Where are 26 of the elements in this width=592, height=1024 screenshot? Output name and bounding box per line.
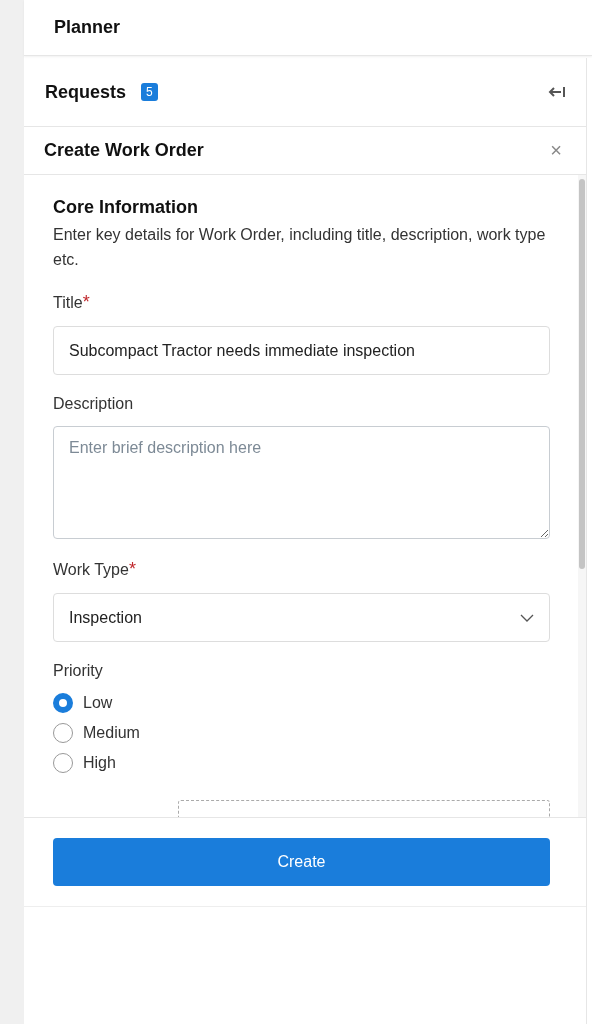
collapse-icon[interactable] (548, 86, 566, 98)
radio-button[interactable] (53, 693, 73, 713)
radio-button[interactable] (53, 753, 73, 773)
title-input[interactable]: Subcompact Tractor needs immediate inspection (53, 326, 550, 375)
chevron-down-icon (520, 613, 534, 622)
radio-label[interactable]: Medium (83, 724, 140, 742)
priority-label: Priority (53, 662, 104, 680)
app-title: Planner (54, 17, 121, 38)
close-button[interactable]: × (550, 139, 562, 162)
create-button[interactable]: Create (53, 838, 550, 886)
radio-label[interactable]: Low (83, 694, 113, 712)
required-mark: * (82, 292, 90, 312)
description-input[interactable]: Enter brief description here (53, 426, 550, 539)
panel-title: Create Work Order (44, 140, 204, 161)
radio-label[interactable]: High (83, 754, 116, 772)
scrollbar-thumb[interactable] (579, 179, 585, 569)
count-badge: 5 (141, 83, 158, 101)
required-mark: * (128, 559, 136, 579)
field-label: Work Type (53, 561, 129, 578)
radio-button[interactable] (53, 723, 73, 743)
field-label: Title (53, 294, 83, 311)
field-label: Description (53, 395, 134, 412)
requests-title: Requests (45, 81, 127, 103)
section-title: Core Information (53, 197, 199, 218)
work-type-dropdown[interactable]: Inspection (53, 593, 550, 642)
section-description: Enter key details for Work Order, including title, description, work type etc. (53, 225, 547, 270)
